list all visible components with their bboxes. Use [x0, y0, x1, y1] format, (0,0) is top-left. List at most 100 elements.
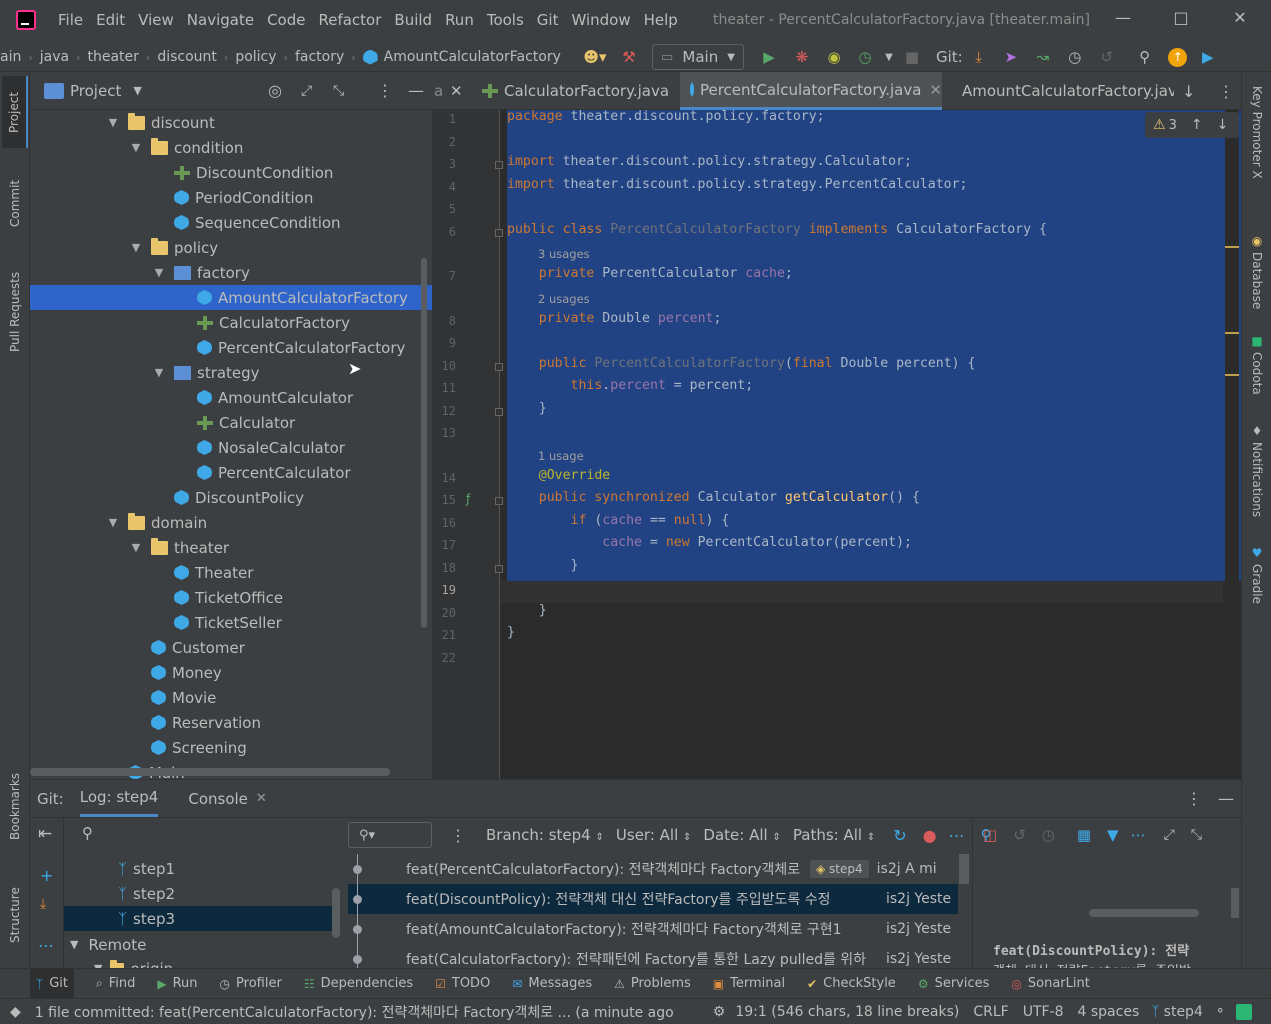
paths-filter[interactable]: Paths: All ⇕ [793, 826, 875, 844]
chevron-down-icon[interactable]: ▼ [106, 516, 120, 529]
tree-item[interactable]: DiscountCondition [30, 160, 432, 185]
menu-refactor[interactable]: Refactor [318, 11, 381, 29]
remote-group[interactable]: ▼ Remote [70, 932, 146, 957]
menu-run[interactable]: Run [445, 11, 474, 29]
branch-item[interactable]: ᛉ step3 [64, 906, 332, 931]
tab-bookmarks[interactable]: Bookmarks [2, 760, 28, 852]
code-editor[interactable]: 1 2 3 4 5 6 7 8 9 10 11 12 13 14 15 16 17 18 19 20 21 22 ƒ pac… [432, 110, 1241, 779]
tree-item[interactable]: ▼ factory [30, 260, 432, 285]
group-by-icon[interactable]: ▦ [1077, 826, 1091, 844]
tree-item[interactable]: TicketSeller [30, 610, 432, 635]
menu-navigate[interactable]: Navigate [187, 11, 254, 29]
coverage-icon[interactable]: ◉ [818, 44, 850, 70]
fold-icon[interactable] [495, 497, 503, 505]
branch-filter[interactable]: Branch: step4 ⇕ [486, 826, 604, 844]
implements-method-icon[interactable]: ƒ [466, 492, 470, 506]
log-search-input[interactable]: ⚲▾ [348, 822, 432, 848]
details-scrollbar[interactable] [1089, 909, 1199, 917]
tool-tab-find[interactable]: ⌕ Find [96, 976, 135, 991]
collapse-all-icon[interactable]: ⤡ [333, 83, 344, 99]
cherry-pick-icon[interactable]: ● [923, 826, 937, 845]
breadcrumb-item[interactable]: ain [0, 49, 21, 65]
menu-window[interactable]: Window [571, 11, 630, 29]
background-tasks-icon[interactable]: ⚙ [713, 1004, 726, 1020]
caret-position[interactable]: 19:1 (546 chars, 18 line breaks) [735, 1004, 959, 1020]
tab-log-step4[interactable]: Log: step4 [79, 780, 159, 817]
fold-icon[interactable] [495, 362, 503, 371]
menu-git[interactable]: Git [537, 11, 559, 29]
recent-files-icon[interactable]: ↓ [1182, 72, 1202, 110]
tab-pull-requests[interactable]: Pull Requests [2, 258, 28, 366]
commit-row[interactable]: feat(AmountCalculatorFactory): 전략객체마다 Fa… [348, 914, 958, 944]
tree-item[interactable]: Theater [30, 560, 432, 585]
revert-icon[interactable]: ↺ [1013, 826, 1026, 844]
tool-tab-sonarlint[interactable]: ◎ SonarLint [1011, 976, 1089, 991]
refresh-icon[interactable]: ↻ [893, 826, 906, 845]
chevron-down-icon[interactable]: ▼ [106, 116, 120, 129]
tree-item[interactable]: PercentCalculator [30, 460, 432, 485]
run-icon[interactable]: ▶ [752, 44, 786, 70]
fold-icon[interactable] [495, 407, 503, 416]
editor-scrollbar[interactable] [1225, 110, 1239, 779]
log-options-icon[interactable]: ⋮ [450, 826, 466, 845]
close-console-icon[interactable]: ✕ [256, 791, 267, 806]
tab-amount-calculator-factory[interactable]: AmountCalculatorFactory.java [952, 72, 1174, 110]
warning-marker[interactable] [1225, 246, 1239, 248]
line-separator[interactable]: CRLF [973, 1004, 1008, 1020]
tree-item[interactable]: ▼ discount [30, 110, 432, 135]
menu-build[interactable]: Build [394, 11, 432, 29]
git-commit-icon[interactable]: ➤ [995, 44, 1027, 70]
tree-item[interactable]: Calculator [30, 410, 432, 435]
inspection-widget[interactable]: ⚠ 3 ↑ ↓ [1145, 112, 1239, 138]
panel-options-icon[interactable]: ⋮ [1186, 789, 1202, 808]
tree-item[interactable]: Reservation [30, 710, 432, 735]
menu-help[interactable]: Help [644, 11, 678, 29]
tree-item[interactable]: AmountCalculatorFactory [30, 285, 432, 310]
tree-vertical-scrollbar[interactable] [421, 258, 427, 628]
tab-codota[interactable]: ■ Codota [1244, 334, 1270, 408]
breadcrumb-item[interactable]: policy [235, 49, 276, 65]
chevron-down-icon[interactable]: ▼ [129, 141, 143, 154]
diff-icon[interactable]: ◫ [983, 826, 997, 844]
menu-edit[interactable]: Edit [96, 11, 125, 29]
usage-hint[interactable]: 3 usages [538, 247, 590, 261]
tree-item[interactable]: ▼ condition [30, 135, 432, 160]
tree-item[interactable]: Movie [30, 685, 432, 710]
collapse-all-icon[interactable]: ⤡ [1191, 827, 1202, 843]
codota-status-icon[interactable] [1235, 1003, 1252, 1020]
status-message[interactable]: 1 file committed: feat(PercentCalculator… [35, 1002, 673, 1022]
minimize-icon[interactable]: — [1108, 8, 1138, 27]
tab-commit[interactable]: Commit [2, 164, 28, 242]
chevron-down-icon[interactable]: ▼ [152, 266, 166, 279]
branch-item[interactable]: ᛉ step2 [64, 881, 332, 906]
usage-hint[interactable]: 2 usages [538, 292, 590, 306]
history-icon[interactable]: ◷ [1059, 44, 1091, 70]
hide-panel-icon[interactable]: — [1218, 789, 1234, 808]
commit-row[interactable]: feat(PercentCalculatorFactory): 전략객체마다 F… [348, 854, 958, 884]
close-tab-icon[interactable]: ✕ [929, 81, 942, 99]
tree-item[interactable]: Screening [30, 735, 432, 760]
tree-item[interactable]: SequenceCondition [30, 210, 432, 235]
tree-item[interactable]: Money [30, 660, 432, 685]
new-branch-icon[interactable]: + [40, 866, 53, 885]
collapse-branches-icon[interactable]: ⇤ [38, 824, 52, 844]
tree-item[interactable]: ▼ policy [30, 235, 432, 260]
tree-item[interactable]: NosaleCalculator [30, 435, 432, 460]
more-actions-icon[interactable]: ⋯ [949, 826, 965, 845]
options-icon[interactable]: ⋮ [377, 81, 393, 100]
close-window-icon[interactable]: ✕ [1225, 8, 1255, 27]
tab-percent-calculator-factory[interactable]: PercentCalculatorFactory.java ✕ [680, 72, 942, 110]
commit-row[interactable]: feat(DiscountPolicy): 전략객체 대신 전략Factory를… [348, 884, 958, 914]
build-hammer-icon[interactable]: ⚒ [612, 44, 646, 70]
breadcrumb-item[interactable]: java [40, 49, 69, 65]
more-icon[interactable]: ⋯ [1131, 826, 1146, 844]
tab-options-icon[interactable]: ⋮ [1218, 72, 1238, 110]
chevron-down-icon[interactable]: ▼ [129, 541, 143, 554]
usage-hint[interactable]: 1 usage [538, 449, 584, 463]
indent-setting[interactable]: 4 spaces [1078, 1004, 1140, 1020]
menu-tools[interactable]: Tools [487, 11, 524, 29]
tab-calculator-factory[interactable]: CalculatorFactory.java [478, 72, 678, 110]
branch-item[interactable]: ᛉ step1 [64, 856, 332, 881]
update-icon[interactable]: ↑ [1163, 44, 1193, 70]
tree-horizontal-scrollbar[interactable] [30, 768, 390, 776]
